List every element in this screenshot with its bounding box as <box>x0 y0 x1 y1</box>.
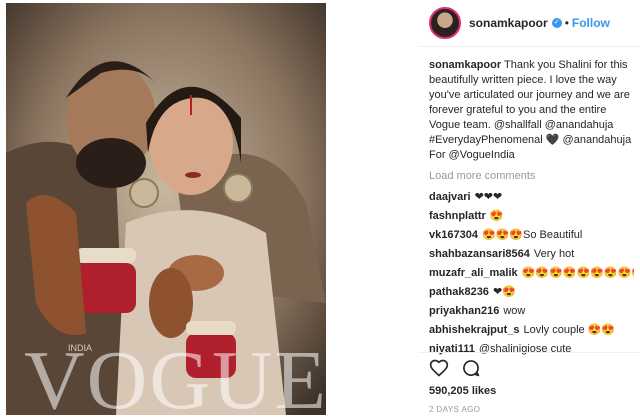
comment-username[interactable]: abhishekrajput_s <box>429 324 519 336</box>
likes-count[interactable]: 590,205 likes <box>429 385 496 397</box>
comment-text: 😍😍😍😍😍😍😍😍😍😍😍😍 <box>521 267 634 279</box>
comment-text: ❤😍 <box>492 286 516 298</box>
couple-wedding-photo: VOGUE INDIA <box>6 3 326 415</box>
comment-username[interactable]: niyati111 <box>429 343 475 355</box>
comment-row: shahbazansari8564 Very hot <box>429 247 634 266</box>
header-divider <box>418 46 640 47</box>
comment-username[interactable]: shahbazansari8564 <box>429 248 530 260</box>
load-more-comments-link[interactable]: Load more comments <box>429 169 634 184</box>
comment-row: vk167304 😍😍😍So Beautiful <box>429 228 634 247</box>
comment-text: wow <box>503 305 526 317</box>
comment-row: priyakhan216 wow <box>429 304 634 323</box>
comments-section: sonamkapoor Thank you Shalini for this b… <box>429 58 634 361</box>
comment-text: Very hot <box>533 248 575 260</box>
comment-username[interactable]: daajvari <box>429 191 471 203</box>
caption: sonamkapoor Thank you Shalini for this b… <box>429 58 634 163</box>
header-username[interactable]: sonamkapoor <box>469 16 548 30</box>
comment-text: Lovly couple 😍😍 <box>523 324 616 336</box>
follow-button[interactable]: Follow <box>572 16 610 30</box>
caption-username[interactable]: sonamkapoor <box>429 59 501 71</box>
comment-row: pathak8236 ❤😍 <box>429 285 634 304</box>
comment-username[interactable]: vk167304 <box>429 229 478 241</box>
post-header: sonamkapoor ✓ • Follow <box>418 0 640 46</box>
comment-row: daajvari ❤❤❤ <box>429 190 634 209</box>
avatar[interactable] <box>429 7 461 39</box>
comment-text: 😍😍😍So Beautiful <box>481 229 583 241</box>
post-date: 2 DAYS AGO <box>429 405 481 414</box>
comment-text: 😍 <box>489 210 504 222</box>
comment-username[interactable]: priyakhan216 <box>429 305 499 317</box>
post-photo[interactable]: VOGUE INDIA <box>6 3 326 415</box>
heart-icon[interactable] <box>429 358 449 378</box>
header-separator: • <box>564 16 569 30</box>
comment-text: ❤❤❤ <box>474 191 503 203</box>
comment-icon[interactable] <box>461 358 481 378</box>
comment-row: muzafr_ali_malik😍😍😍😍😍😍😍😍😍😍😍😍 <box>429 266 634 285</box>
comment-username[interactable]: pathak8236 <box>429 286 489 298</box>
comment-username[interactable]: fashnplattr <box>429 210 486 222</box>
comment-text: @shalinigiose cute <box>478 343 572 355</box>
comment-username[interactable]: muzafr_ali_malik <box>429 267 518 279</box>
verified-badge-icon: ✓ <box>551 18 562 28</box>
vogue-edition-label: INDIA <box>68 343 92 353</box>
caption-text: Thank you Shalini for this beautifully w… <box>429 59 632 161</box>
comment-row: abhishekrajput_s Lovly couple 😍😍 <box>429 323 634 342</box>
comment-row: fashnplattr 😍 <box>429 209 634 228</box>
action-bar <box>429 358 493 378</box>
actions-divider <box>418 352 640 353</box>
post-panel: sonamkapoor ✓ • Follow sonamkapoor Thank… <box>418 0 640 418</box>
